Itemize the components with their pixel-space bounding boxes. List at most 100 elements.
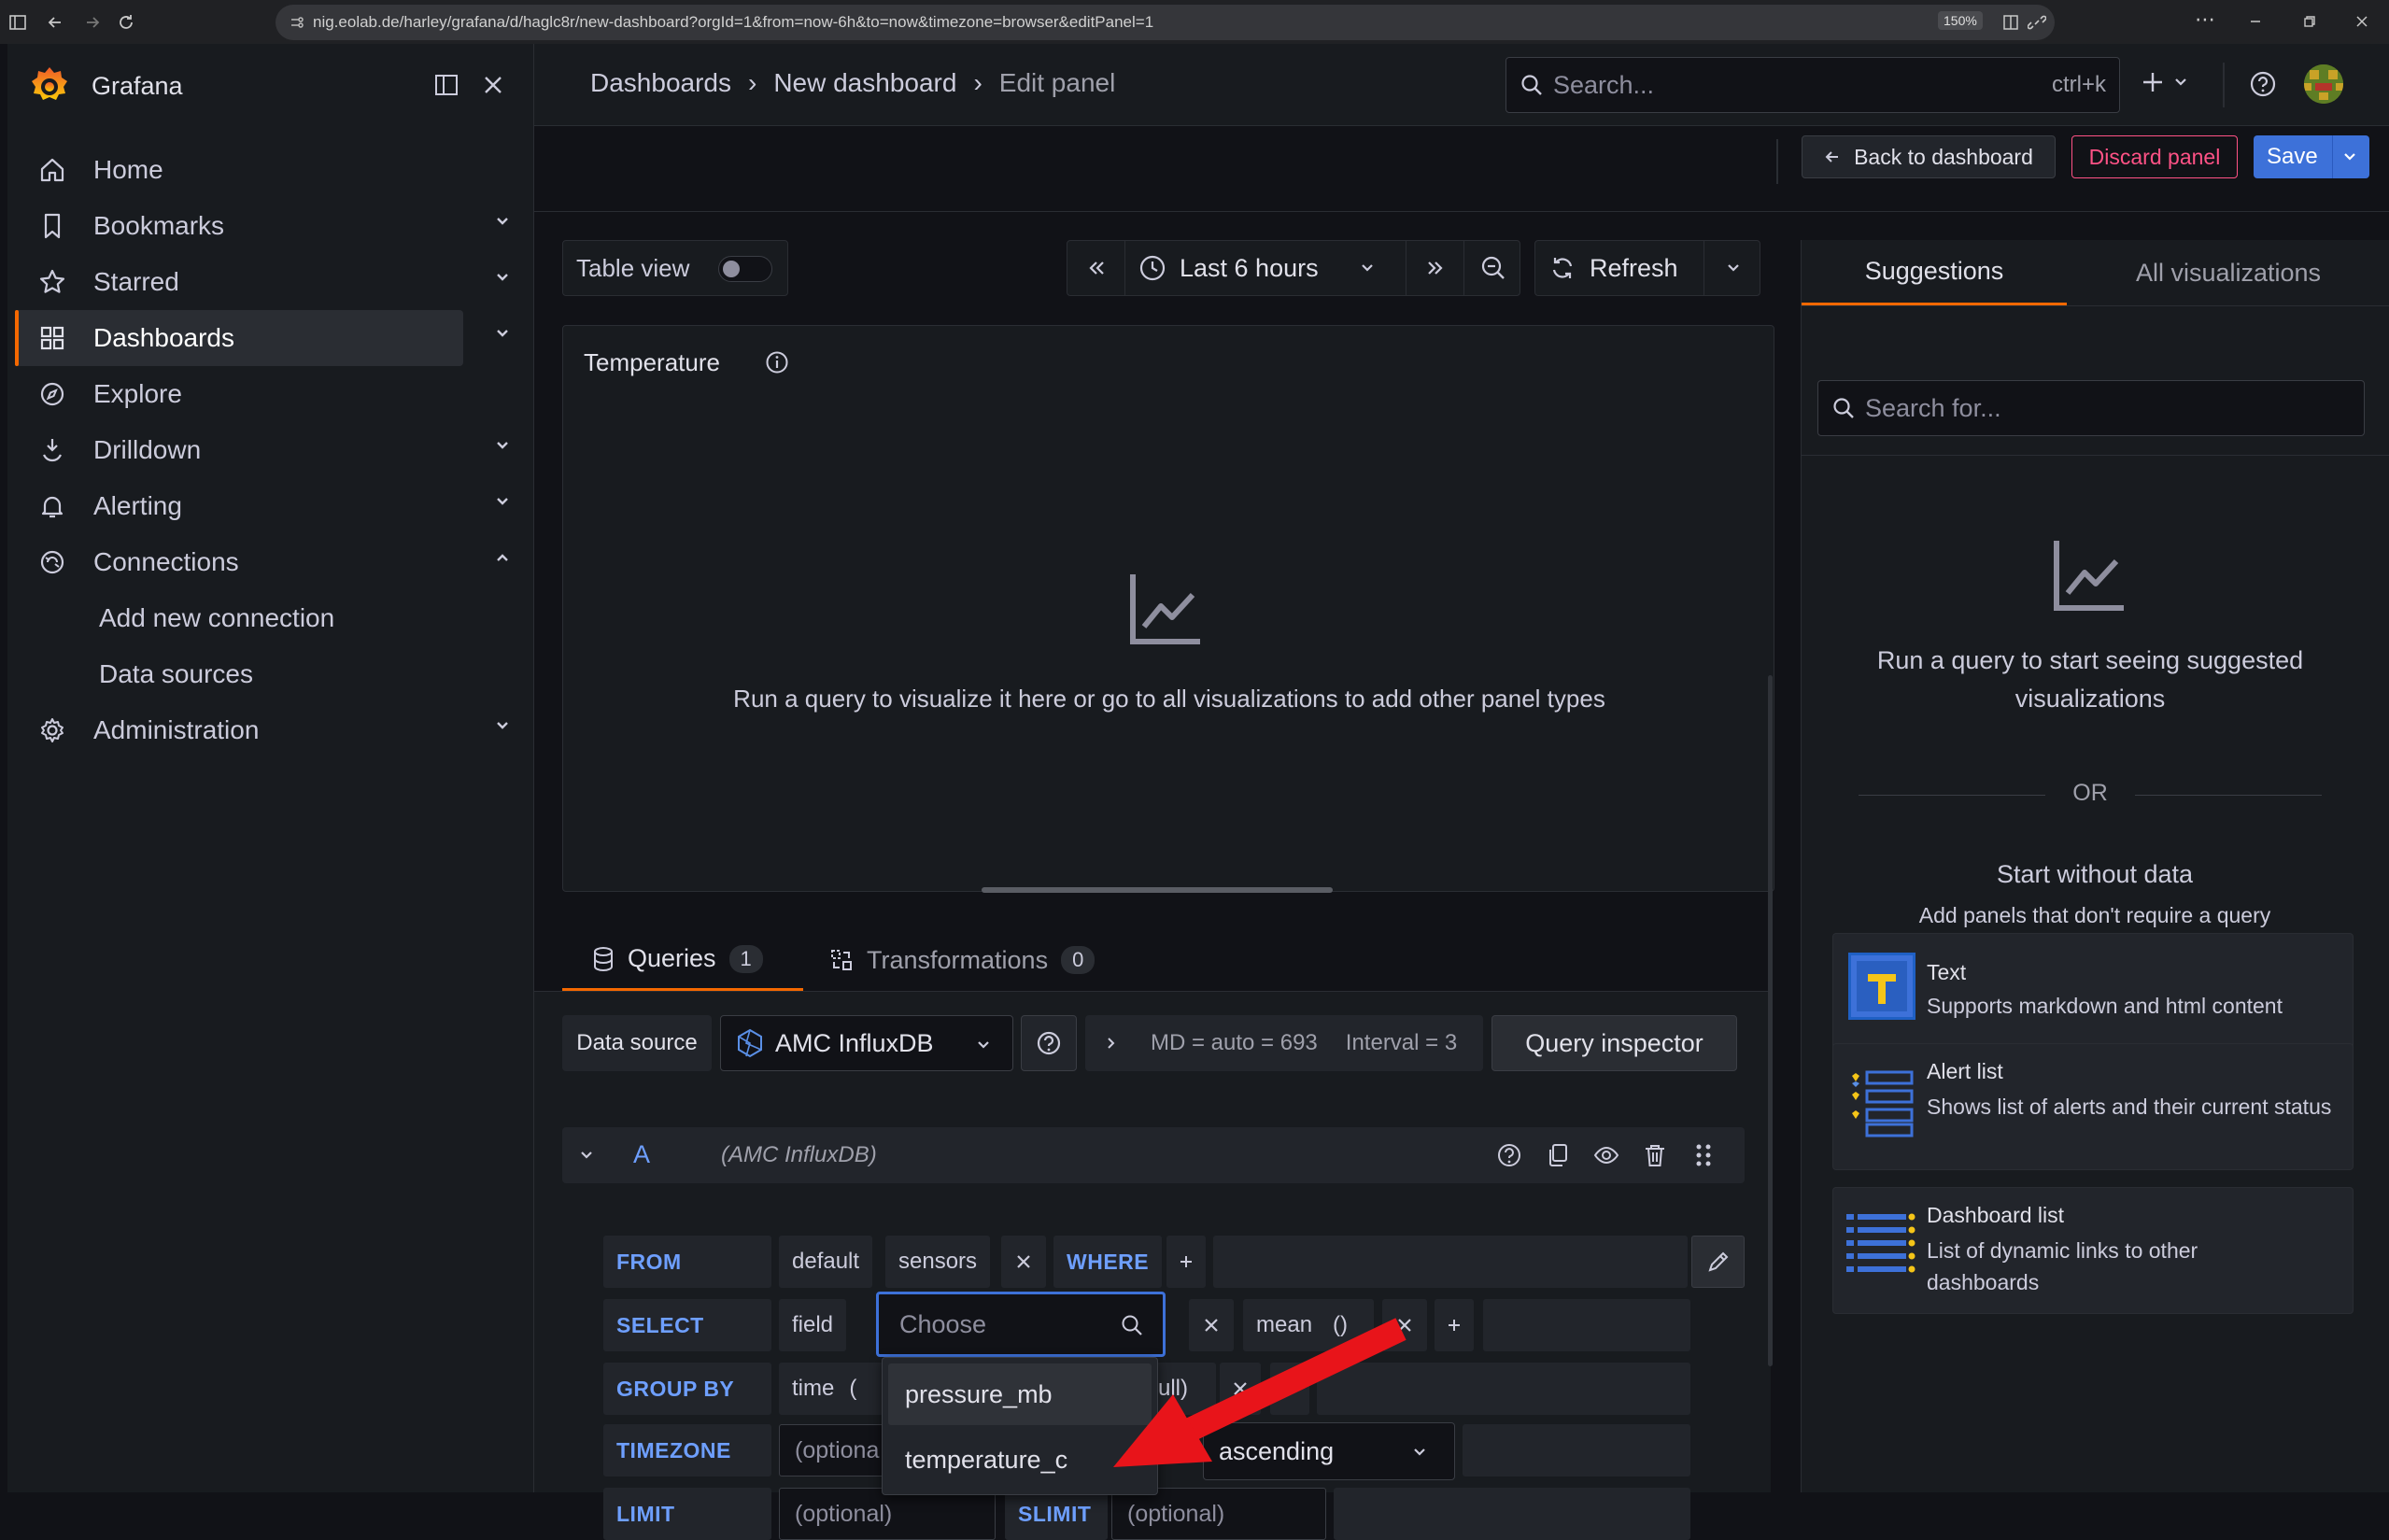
reader-icon[interactable] [1999, 10, 2023, 35]
discard-label: Discard panel [2088, 144, 2221, 169]
viz-search-input[interactable]: Search for... [1817, 380, 2365, 436]
tab-suggestions[interactable]: Suggestions [1802, 240, 2067, 305]
more-icon[interactable]: ⋯ [2193, 7, 2217, 32]
query-ref-id[interactable]: A [633, 1140, 650, 1169]
collapse-chevron-icon[interactable] [577, 1146, 596, 1165]
group-by-time-segment[interactable]: time ( [779, 1363, 887, 1415]
chevron-down-icon[interactable] [493, 716, 512, 735]
close-menu-icon[interactable] [482, 74, 504, 96]
search-icon [1831, 396, 1856, 420]
divider [1801, 455, 2389, 456]
eye-icon[interactable] [1593, 1142, 1619, 1168]
from-measurement-segment[interactable]: sensors [885, 1236, 991, 1288]
refresh-button[interactable]: Refresh [1535, 241, 1703, 295]
viz-card-dashboard-list[interactable]: Dashboard list List of dynamic links to … [1832, 1187, 2354, 1314]
bell-icon [35, 489, 69, 523]
zoom-out-button[interactable] [1463, 241, 1521, 295]
group-by-keyword: GROUP BY [603, 1363, 771, 1415]
search-input[interactable]: Search... ctrl+k [1505, 57, 2120, 113]
drag-handle-icon[interactable] [1692, 1142, 1715, 1168]
shift-forward-button[interactable] [1406, 241, 1463, 295]
trash-icon[interactable] [1642, 1142, 1668, 1168]
chevron-down-icon[interactable] [493, 268, 512, 287]
transform-icon [829, 948, 854, 972]
address-bar[interactable]: nig.eolab.de/harley/grafana/d/haglc8r/ne… [276, 5, 2055, 40]
sidebar-item-label: Drilldown [93, 435, 202, 464]
data-source-label: Data source [562, 1015, 712, 1071]
toggle-switch[interactable] [718, 256, 772, 282]
help-icon[interactable] [1496, 1142, 1522, 1168]
sidebar-item-connections[interactable]: Connections [15, 534, 463, 590]
edit-raw-query-button[interactable] [1691, 1236, 1745, 1288]
sidebar-item-dashboards[interactable]: Dashboards [15, 310, 463, 366]
save-button[interactable]: Save [2254, 135, 2369, 178]
sidebar-item-drilldown[interactable]: Drilldown [15, 422, 463, 478]
add-new-button[interactable] [2141, 70, 2189, 94]
sidebar-item-explore[interactable]: Explore [15, 366, 463, 422]
from-database-segment[interactable]: default [779, 1236, 873, 1288]
shift-back-button[interactable] [1067, 241, 1125, 295]
remove-measurement-button[interactable] [1001, 1236, 1046, 1288]
tab-queries[interactable]: Queries 1 [562, 929, 803, 991]
chevron-down-icon[interactable] [493, 436, 512, 455]
chevron-down-icon[interactable] [2341, 148, 2358, 165]
sidebar-toggle-icon[interactable] [6, 10, 30, 35]
breadcrumb-new-dashboard[interactable]: New dashboard [773, 68, 956, 98]
back-arrow-icon[interactable] [43, 10, 67, 35]
chevron-down-icon[interactable] [493, 492, 512, 511]
select-field-segment[interactable]: field [779, 1299, 847, 1351]
copy-icon[interactable] [1545, 1142, 1571, 1168]
query-options[interactable]: MD = auto = 693 Interval = 3 [1085, 1015, 1483, 1071]
reload-icon[interactable] [114, 10, 138, 35]
data-source-help-button[interactable] [1021, 1015, 1077, 1071]
resize-handle[interactable] [982, 887, 1333, 893]
grafana-logo-icon[interactable] [30, 64, 69, 107]
query-inspector-button[interactable]: Query inspector [1491, 1015, 1737, 1071]
search-minus-icon [1480, 255, 1506, 281]
tab-transformations[interactable]: Transformations 0 [829, 929, 1128, 991]
sidebar-item-add-new-connection[interactable]: Add new connection [15, 590, 463, 646]
breadcrumb-dashboards[interactable]: Dashboards [590, 68, 731, 98]
restore-icon[interactable] [2297, 9, 2322, 34]
site-info-icon[interactable] [289, 14, 305, 31]
viz-card-alert-list[interactable]: Alert list Shows list of alerts and thei… [1832, 1043, 2354, 1170]
table-view-toggle[interactable]: Table view [562, 240, 788, 296]
tab-transformations-label: Transformations [867, 945, 1049, 974]
add-select-button[interactable] [1435, 1299, 1474, 1351]
divider [2332, 135, 2333, 178]
grafana-app: Grafana Home Bookmarks Starred Dashboard… [0, 44, 2389, 1540]
timezone-input[interactable]: (optiona [779, 1424, 891, 1476]
data-source-picker[interactable]: AMC InfluxDB [720, 1015, 1013, 1071]
sidebar-item-home[interactable]: Home [15, 142, 463, 198]
tab-all-visualizations[interactable]: All visualizations [2067, 240, 2389, 305]
info-circle-icon[interactable] [765, 350, 789, 374]
close-window-icon[interactable] [2350, 9, 2374, 34]
sidebar-item-starred[interactable]: Starred [15, 254, 463, 310]
sidebar-item-administration[interactable]: Administration [15, 702, 463, 758]
refresh-interval-button[interactable] [1703, 241, 1761, 295]
sidebar-item-data-sources[interactable]: Data sources [15, 646, 463, 702]
slimit-input[interactable]: (optional) [1111, 1488, 1326, 1540]
minimize-icon[interactable] [2243, 9, 2268, 34]
time-picker-group: Last 6 hours [1067, 240, 1520, 296]
sidebar-item-bookmarks[interactable]: Bookmarks [15, 198, 463, 254]
chevron-down-icon[interactable] [493, 212, 512, 231]
dock-menu-icon[interactable] [433, 72, 459, 98]
top-bar: Dashboards › New dashboard › Edit panel … [534, 44, 2389, 126]
chevron-up-icon[interactable] [493, 548, 512, 567]
angle-double-right-icon [1425, 258, 1446, 278]
chevron-down-icon[interactable] [493, 324, 512, 343]
discard-panel-button[interactable]: Discard panel [2071, 135, 2238, 178]
help-icon[interactable] [2249, 70, 2277, 98]
time-range-button[interactable]: Last 6 hours [1125, 241, 1406, 295]
forward-arrow-icon[interactable] [80, 10, 105, 35]
limit-input[interactable]: (optional) [779, 1488, 996, 1540]
sidebar-item-alerting[interactable]: Alerting [15, 478, 463, 534]
back-to-dashboard-button[interactable]: Back to dashboard [1802, 135, 2056, 178]
link-icon[interactable] [2025, 10, 2049, 35]
scrollbar[interactable] [1768, 675, 1773, 1366]
avatar[interactable] [2304, 64, 2343, 104]
zoom-badge[interactable]: 150% [1938, 11, 1983, 30]
viz-card-text[interactable]: Text Supports markdown and html content [1832, 933, 2354, 1060]
add-where-button[interactable] [1166, 1236, 1206, 1288]
